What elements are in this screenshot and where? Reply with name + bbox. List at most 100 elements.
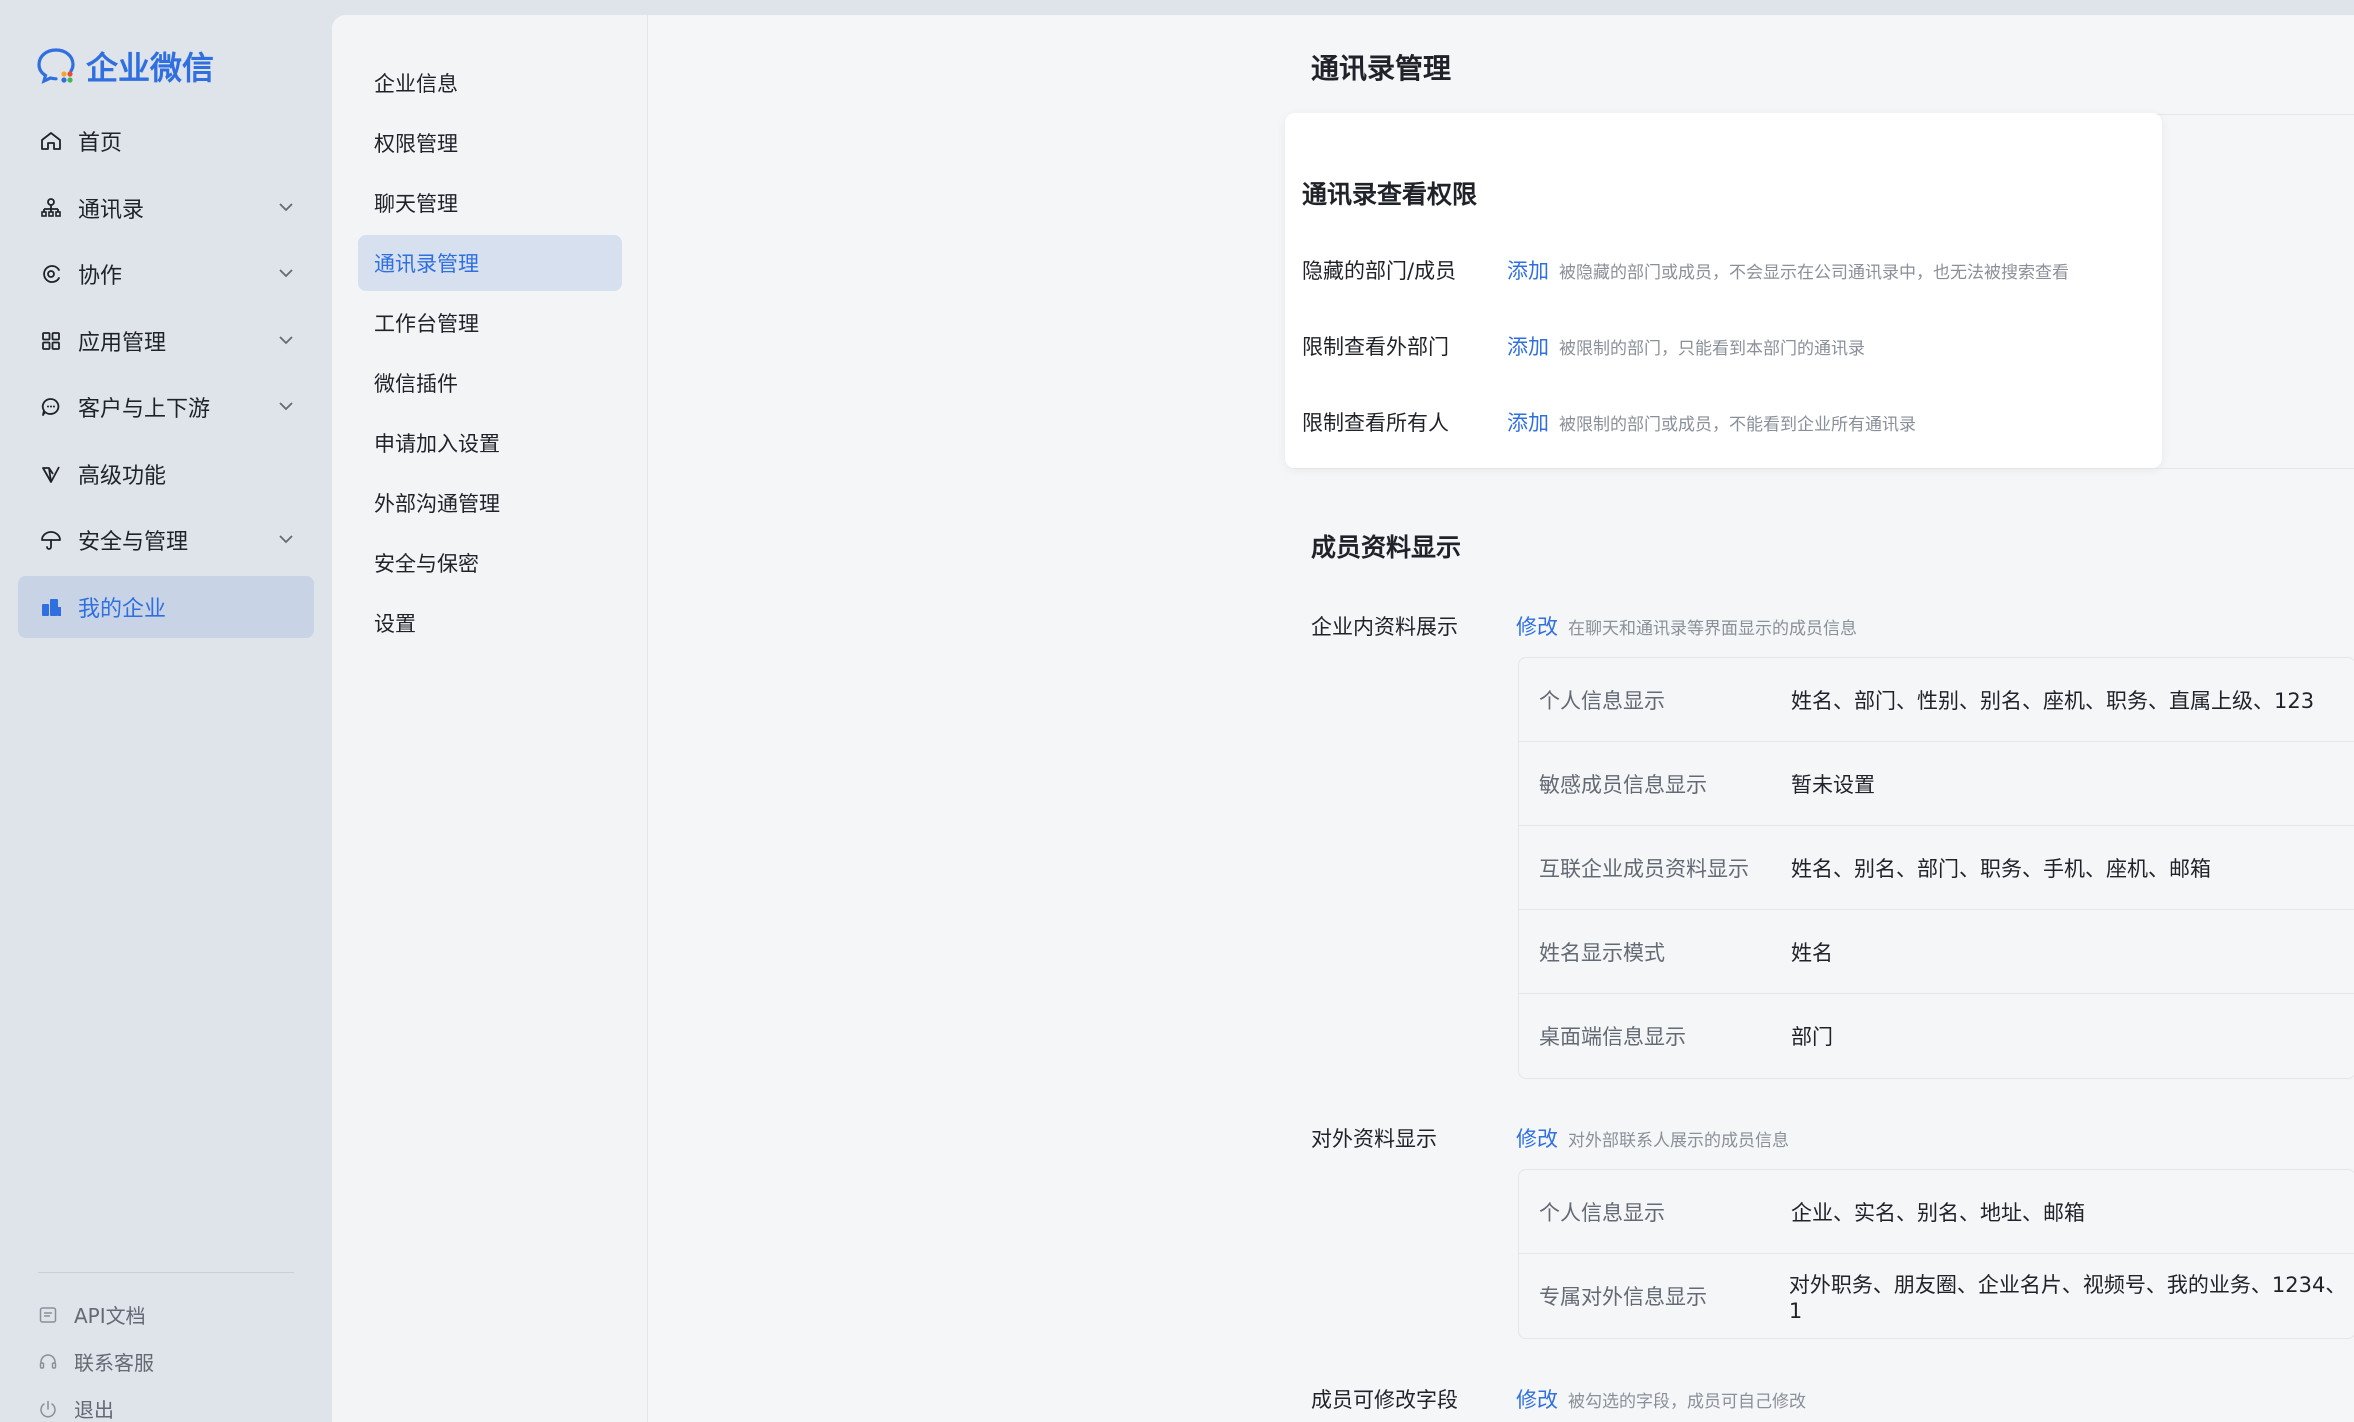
chevron-down-icon[interactable] [276, 197, 296, 217]
headset-icon [39, 1353, 57, 1369]
sub-nav: 企业信息 权限管理 聊天管理 通讯录管理 工作台管理 微信插件 申请加入设置 外… [332, 15, 648, 1422]
edit-fields-link[interactable]: 修改 [1516, 1384, 1558, 1414]
subnav-item-company-info[interactable]: 企业信息 [358, 55, 622, 111]
company-icon [38, 594, 64, 620]
nav-item-security[interactable]: 安全与管理 [18, 509, 314, 571]
nav-item-label: 通讯录 [78, 197, 145, 223]
edit-internal-link[interactable]: 修改 [1516, 611, 1558, 641]
nav-item-label: 我的企业 [78, 596, 167, 622]
table-row: 桌面端信息显示 部门 [1519, 994, 2354, 1078]
edit-external-link[interactable]: 修改 [1516, 1123, 1558, 1153]
row-key: 姓名显示模式 [1539, 940, 1665, 965]
subnav-item-join-settings[interactable]: 申请加入设置 [358, 415, 622, 471]
row-label: 限制查看所有人 [1302, 411, 1449, 435]
row-value: 对外职务、朋友圈、企业名片、视频号、我的业务、1234、1 [1788, 1273, 2347, 1323]
row-value: 姓名、别名、部门、职务、手机、座机、邮箱 [1791, 856, 2211, 881]
chevron-down-icon[interactable] [276, 330, 296, 350]
internal-display-table: 个人信息显示 姓名、部门、性别、别名、座机、职务、直属上级、123 敏感成员信息… [1518, 657, 2354, 1079]
nav-item-customers[interactable]: 客户与上下游 [18, 376, 314, 438]
chat-bubble-icon [38, 394, 64, 420]
add-hidden-link[interactable]: 添加 [1507, 255, 1549, 285]
footer-item-label: 联系客服 [74, 1351, 154, 1375]
subnav-item-chat[interactable]: 聊天管理 [358, 175, 622, 231]
row-value: 企业、实名、别名、地址、邮箱 [1791, 1200, 2085, 1225]
collab-icon [38, 261, 64, 287]
external-display-row: 对外资料显示 修改 对外部联系人展示的成员信息 [1311, 1123, 1789, 1153]
left-nav: 企业微信 首页 通讯录 协作 应用管理 客户与上下游 高级功能 安全与管理 我的… [0, 0, 332, 1422]
api-docs-link[interactable]: API文档 [38, 1291, 294, 1338]
main-panel: 企业信息 权限管理 聊天管理 通讯录管理 工作台管理 微信插件 申请加入设置 外… [332, 15, 2354, 1422]
diamond-icon [38, 461, 64, 487]
row-hint: 被勾选的字段，成员可自己修改 [1568, 1391, 1806, 1412]
subnav-item-workbench[interactable]: 工作台管理 [358, 295, 622, 351]
row-label: 对外资料显示 [1311, 1127, 1437, 1151]
nav-item-collab[interactable]: 协作 [18, 243, 314, 305]
nav-item-apps[interactable]: 应用管理 [18, 310, 314, 372]
add-restrict-external-link[interactable]: 添加 [1507, 331, 1549, 361]
footer-item-label: API文档 [74, 1304, 146, 1328]
nav-item-label: 安全与管理 [78, 530, 189, 555]
row-hint: 被限制的部门，只能看到本部门的通讯录 [1559, 338, 1865, 359]
org-chart-icon [38, 195, 64, 221]
nav-item-advanced[interactable]: 高级功能 [18, 443, 314, 505]
nav-item-label: 客户与上下游 [78, 397, 211, 422]
table-row: 互联企业成员资料显示 姓名、别名、部门、职务、手机、座机、邮箱 [1519, 826, 2354, 910]
row-label: 限制查看外部门 [1302, 335, 1449, 359]
page-title: 通讯录管理 [1311, 52, 1452, 85]
nav-item-home[interactable]: 首页 [18, 110, 314, 172]
power-icon [40, 1400, 56, 1417]
brand-logo[interactable]: 企业微信 [34, 44, 214, 88]
section-title: 通讯录查看权限 [1302, 180, 1478, 209]
nav-footer: API文档 联系客服 退出 [38, 1272, 294, 1422]
table-row: 个人信息显示 企业、实名、别名、地址、邮箱 [1519, 1170, 2354, 1254]
api-icon [39, 1306, 57, 1323]
external-display-table: 个人信息显示 企业、实名、别名、地址、邮箱 专属对外信息显示 对外职务、朋友圈、… [1518, 1169, 2354, 1339]
permission-row-restrict-all: 限制查看所有人 添加 被限制的部门或成员，不能看到企业所有通讯录 [1302, 407, 1916, 437]
umbrella-icon [38, 527, 64, 553]
divider [1293, 468, 2354, 469]
subnav-item-settings[interactable]: 设置 [358, 595, 622, 651]
subnav-item-contacts-mgmt[interactable]: 通讯录管理 [358, 235, 622, 291]
wecom-logo-icon [37, 48, 75, 84]
chevron-down-icon[interactable] [276, 396, 296, 416]
content-area: 通讯录管理 通讯录查看权限 隐藏的部门/成员 添加 被隐藏的部门或成员，不会显示… [648, 15, 2354, 1422]
subnav-item-wechat-plugin[interactable]: 微信插件 [358, 355, 622, 411]
row-hint: 在聊天和通讯录等界面显示的成员信息 [1568, 618, 1857, 639]
row-key: 桌面端信息显示 [1539, 1025, 1686, 1049]
permission-row-hidden: 隐藏的部门/成员 添加 被隐藏的部门或成员，不会显示在公司通讯录中，也无法被搜索… [1302, 255, 2069, 285]
table-row: 个人信息显示 姓名、部门、性别、别名、座机、职务、直属上级、123 [1519, 658, 2354, 742]
chevron-down-icon[interactable] [276, 529, 296, 549]
add-restrict-all-link[interactable]: 添加 [1507, 407, 1549, 437]
row-hint: 对外部联系人展示的成员信息 [1568, 1130, 1789, 1151]
subnav-item-security[interactable]: 安全与保密 [358, 535, 622, 591]
contact-support-link[interactable]: 联系客服 [38, 1338, 294, 1385]
chevron-down-icon[interactable] [276, 263, 296, 283]
nav-item-label: 首页 [78, 131, 123, 156]
row-value: 暂未设置 [1791, 772, 1875, 797]
view-permission-card: 通讯录查看权限 隐藏的部门/成员 添加 被隐藏的部门或成员，不会显示在公司通讯录… [1285, 113, 2162, 468]
section-title: 成员资料显示 [1311, 533, 1462, 562]
nav-item-my-company[interactable]: 我的企业 [18, 575, 314, 638]
row-label: 企业内资料展示 [1311, 615, 1458, 639]
row-hint: 被限制的部门或成员，不能看到企业所有通讯录 [1559, 414, 1916, 435]
main-nav: 首页 通讯录 协作 应用管理 客户与上下游 高级功能 安全与管理 我的企业 [18, 110, 314, 642]
nav-item-contacts[interactable]: 通讯录 [18, 177, 314, 239]
row-hint: 被隐藏的部门或成员，不会显示在公司通讯录中，也无法被搜索查看 [1559, 262, 2069, 283]
table-row: 专属对外信息显示 对外职务、朋友圈、企业名片、视频号、我的业务、1234、1 [1519, 1254, 2354, 1338]
row-value: 部门 [1791, 1025, 1833, 1049]
subnav-item-permissions[interactable]: 权限管理 [358, 115, 622, 171]
permission-row-restrict-external: 限制查看外部门 添加 被限制的部门，只能看到本部门的通讯录 [1302, 331, 1865, 361]
grid-icon [38, 328, 64, 354]
home-icon [38, 128, 64, 154]
table-row: 敏感成员信息显示 暂未设置 [1519, 742, 2354, 826]
editable-fields-row: 成员可修改字段 修改 被勾选的字段，成员可自己修改 [1311, 1384, 1806, 1414]
row-value: 姓名、部门、性别、别名、座机、职务、直属上级、123 [1791, 688, 2315, 713]
row-key: 敏感成员信息显示 [1539, 772, 1707, 797]
logout-link[interactable]: 退出 [38, 1385, 294, 1422]
subnav-item-external-comm[interactable]: 外部沟通管理 [358, 475, 622, 531]
nav-item-label: 高级功能 [78, 463, 167, 489]
nav-item-label: 应用管理 [78, 330, 167, 356]
row-label: 成员可修改字段 [1311, 1388, 1458, 1412]
row-key: 个人信息显示 [1539, 1200, 1665, 1225]
table-row: 姓名显示模式 姓名 [1519, 910, 2354, 994]
